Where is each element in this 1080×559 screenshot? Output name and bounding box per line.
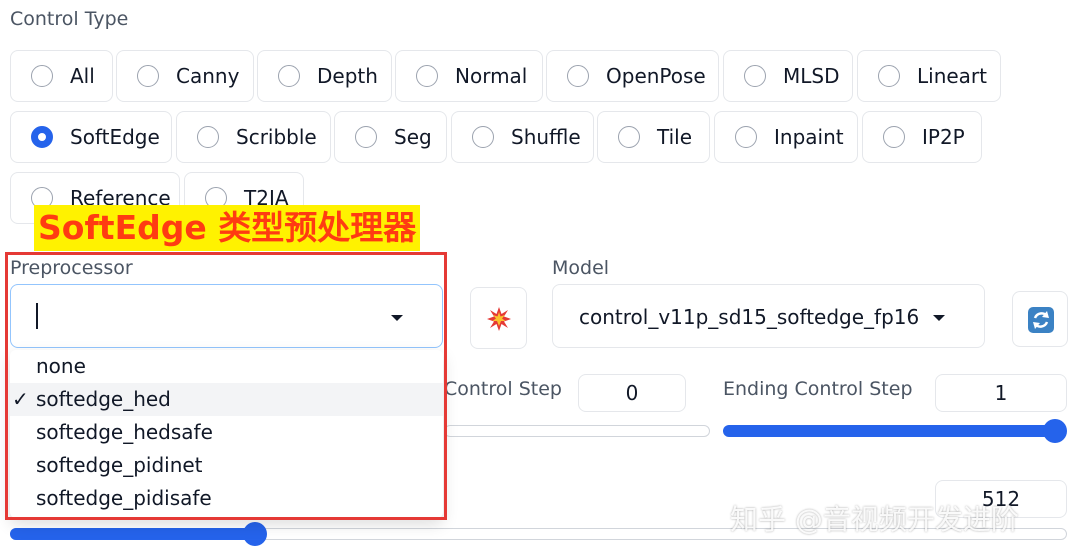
radio-softedge[interactable]: SoftEdge: [10, 111, 172, 163]
ending-control-step-slider[interactable]: [723, 425, 1055, 437]
radio-label: All: [70, 64, 95, 88]
dropdown-item-none[interactable]: none: [10, 350, 443, 383]
radio-label: Scribble: [236, 125, 317, 149]
preprocessor-select[interactable]: [10, 284, 443, 348]
model-label: Model: [552, 257, 610, 279]
radio-circle-icon: [878, 65, 900, 87]
radio-circle-icon: [472, 126, 494, 148]
chevron-down-icon[interactable]: [391, 315, 403, 321]
radio-circle-icon: [883, 126, 905, 148]
dropdown-item-softedge-hed[interactable]: ✓ softedge_hed: [10, 383, 443, 416]
radio-label: Seg: [394, 125, 432, 149]
starting-control-step-input[interactable]: 0: [578, 374, 686, 412]
radio-circle-icon: [31, 65, 53, 87]
radio-label: SoftEdge: [70, 125, 160, 149]
ending-control-step-label: Ending Control Step: [723, 378, 913, 400]
refresh-models-button[interactable]: [1012, 291, 1068, 347]
dropdown-item-label: softedge_hedsafe: [36, 420, 213, 444]
dropdown-item-label: none: [36, 354, 86, 378]
radio-ip2p[interactable]: IP2P: [862, 111, 982, 163]
dropdown-item-label: softedge_pidinet: [36, 453, 203, 477]
model-select[interactable]: control_v11p_sd15_softedge_fp16 [f: [552, 284, 985, 348]
starting-control-step-slider[interactable]: [444, 425, 710, 437]
radio-label: MLSD: [783, 64, 840, 88]
radio-circle-checked-icon: [31, 126, 53, 148]
radio-label: Inpaint: [774, 125, 844, 149]
dropdown-item-softedge-hedsafe[interactable]: softedge_hedsafe: [10, 416, 443, 449]
radio-lineart[interactable]: Lineart: [857, 50, 1001, 102]
radio-shuffle[interactable]: Shuffle: [451, 111, 594, 163]
dropdown-item-softedge-pidinet[interactable]: softedge_pidinet: [10, 449, 443, 482]
radio-scribble[interactable]: Scribble: [176, 111, 331, 163]
refresh-icon: [1028, 307, 1054, 333]
radio-seg[interactable]: Seg: [334, 111, 447, 163]
preprocessor-label: Preprocessor: [10, 257, 133, 279]
checkmark-icon: ✓: [12, 387, 29, 411]
annotation-label: SoftEdge 类型预处理器: [34, 205, 421, 251]
radio-circle-icon: [567, 65, 589, 87]
explosion-icon: [487, 307, 511, 331]
preprocessor-dropdown-list: none ✓ softedge_hed softedge_hedsafe sof…: [10, 350, 443, 518]
radio-mlsd[interactable]: MLSD: [723, 50, 853, 102]
dropdown-item-softedge-pidisafe[interactable]: softedge_pidisafe: [10, 482, 443, 515]
radio-openpose[interactable]: OpenPose: [546, 50, 719, 102]
watermark: 知乎 @音视频开发进阶: [730, 503, 1019, 536]
ending-control-step-input[interactable]: 1: [935, 374, 1067, 412]
control-type-label: Control Type: [10, 8, 129, 30]
radio-canny[interactable]: Canny: [116, 50, 254, 102]
model-value: control_v11p_sd15_softedge_fp16 [f: [579, 305, 927, 329]
chevron-down-icon[interactable]: [933, 315, 945, 321]
radio-circle-icon: [618, 126, 640, 148]
text-cursor: [36, 303, 38, 329]
ending-control-step-thumb[interactable]: [1043, 419, 1067, 443]
run-preprocessor-button[interactable]: [470, 287, 527, 349]
radio-circle-icon: [355, 126, 377, 148]
resolution-slider-thumb[interactable]: [243, 522, 267, 546]
radio-label: Shuffle: [511, 125, 581, 149]
radio-tile[interactable]: Tile: [597, 111, 710, 163]
radio-label: Depth: [317, 64, 378, 88]
radio-label: Lineart: [917, 64, 987, 88]
radio-circle-icon: [137, 65, 159, 87]
radio-circle-icon: [278, 65, 300, 87]
resolution-slider-fill: [10, 528, 255, 540]
radio-inpaint[interactable]: Inpaint: [714, 111, 858, 163]
radio-all[interactable]: All: [10, 50, 113, 102]
radio-label: IP2P: [922, 125, 965, 149]
radio-label: Tile: [657, 125, 693, 149]
radio-depth[interactable]: Depth: [257, 50, 392, 102]
radio-circle-icon: [735, 126, 757, 148]
radio-circle-icon: [197, 126, 219, 148]
starting-control-step-label: Control Step: [444, 378, 562, 400]
radio-circle-icon: [416, 65, 438, 87]
radio-circle-icon: [744, 65, 766, 87]
radio-label: Canny: [176, 64, 240, 88]
radio-normal[interactable]: Normal: [395, 50, 543, 102]
dropdown-item-label: softedge_hed: [36, 387, 171, 411]
radio-label: Normal: [455, 64, 528, 88]
dropdown-item-label: softedge_pidisafe: [36, 486, 212, 510]
radio-label: OpenPose: [606, 64, 706, 88]
